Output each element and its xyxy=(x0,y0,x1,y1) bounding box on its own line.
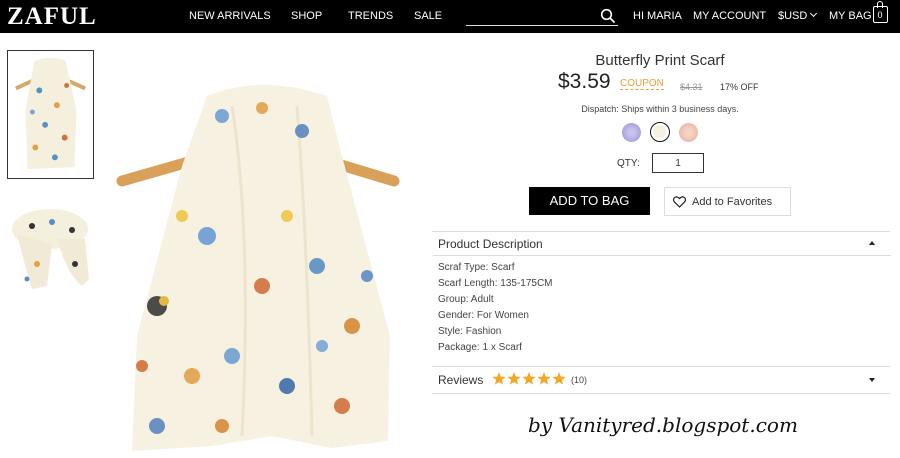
price: $3.59 xyxy=(558,70,611,93)
divider xyxy=(432,231,890,232)
watermark-text: by Vanityred.blogspot.com xyxy=(528,413,798,437)
spec-list: Scraf Type: Scarf Scarf Length: 135-175C… xyxy=(438,260,553,356)
star-icon xyxy=(552,372,566,385)
original-price: $4.31 xyxy=(680,82,703,92)
currency-selector[interactable]: $USD xyxy=(778,9,818,22)
reviews-toggle[interactable]: Reviews xyxy=(438,373,483,387)
main-product-image xyxy=(112,36,412,458)
currency-label: $USD xyxy=(778,10,808,22)
product-title: Butterfly Print Scarf xyxy=(595,52,725,69)
star-icon xyxy=(492,372,506,385)
search-icon[interactable] xyxy=(600,8,616,24)
product-description-toggle[interactable]: Product Description xyxy=(438,237,543,251)
my-bag-link[interactable]: MY BAG xyxy=(829,10,872,22)
coupon-link[interactable]: COUPON xyxy=(620,78,664,90)
nav-new-arrivals[interactable]: NEW ARRIVALS xyxy=(189,10,271,22)
spec-item: Scraf Type: Scarf xyxy=(438,262,515,273)
spec-item: Scarf Length: 135-175CM xyxy=(438,278,553,289)
qty-label: QTY: xyxy=(617,158,640,169)
thumbnail-1[interactable] xyxy=(7,50,94,179)
heart-icon xyxy=(673,196,686,208)
dispatch-info: Dispatch: Ships within 3 business days. xyxy=(581,104,739,114)
star-rating xyxy=(492,372,566,385)
divider xyxy=(432,366,890,367)
quantity-input[interactable] xyxy=(652,153,704,173)
thumbnail-2[interactable] xyxy=(7,194,94,304)
my-account-link[interactable]: MY ACCOUNT xyxy=(693,10,766,22)
nav-trends[interactable]: TRENDS xyxy=(348,10,393,22)
top-nav-bar: ZAFUL NEW ARRIVALS SHOP TRENDS SALE HI M… xyxy=(0,0,900,33)
add-to-favorites-label: Add to Favorites xyxy=(692,196,773,208)
add-to-favorites-button[interactable]: Add to Favorites xyxy=(664,187,791,216)
review-count: (10) xyxy=(571,375,588,385)
logo[interactable]: ZAFUL xyxy=(7,3,97,31)
nav-shop[interactable]: SHOP xyxy=(291,10,322,22)
bag-count: 0 xyxy=(877,10,883,20)
scarf-knotted-thumbnail xyxy=(7,194,94,304)
bag-icon[interactable]: 0 xyxy=(873,1,888,23)
search-input[interactable] xyxy=(466,7,618,26)
spec-item: Gender: For Women xyxy=(438,310,529,321)
spec-item: Group: Adult xyxy=(438,294,494,305)
color-swatch-pink[interactable] xyxy=(679,123,698,142)
spec-item: Package: 1 x Scarf xyxy=(438,342,522,353)
divider xyxy=(432,393,890,394)
color-swatch-cream-selected[interactable] xyxy=(650,122,670,142)
star-icon xyxy=(507,372,521,385)
greeting-link[interactable]: HI MARIA xyxy=(633,10,682,22)
discount-badge: 17% OFF xyxy=(720,82,759,92)
star-icon xyxy=(537,372,551,385)
star-icon xyxy=(522,372,536,385)
nav-sale[interactable]: SALE xyxy=(414,10,442,22)
collapse-icon[interactable] xyxy=(869,241,875,245)
add-to-bag-button[interactable]: ADD TO BAG xyxy=(529,187,650,215)
butterfly-scarf-image xyxy=(112,36,412,458)
expand-icon[interactable] xyxy=(869,378,875,382)
chevron-down-icon xyxy=(810,9,818,18)
scarf-hanger-thumbnail xyxy=(8,51,93,178)
spec-item: Style: Fashion xyxy=(438,326,502,337)
color-swatch-lilac[interactable] xyxy=(622,123,641,142)
divider xyxy=(433,255,891,256)
